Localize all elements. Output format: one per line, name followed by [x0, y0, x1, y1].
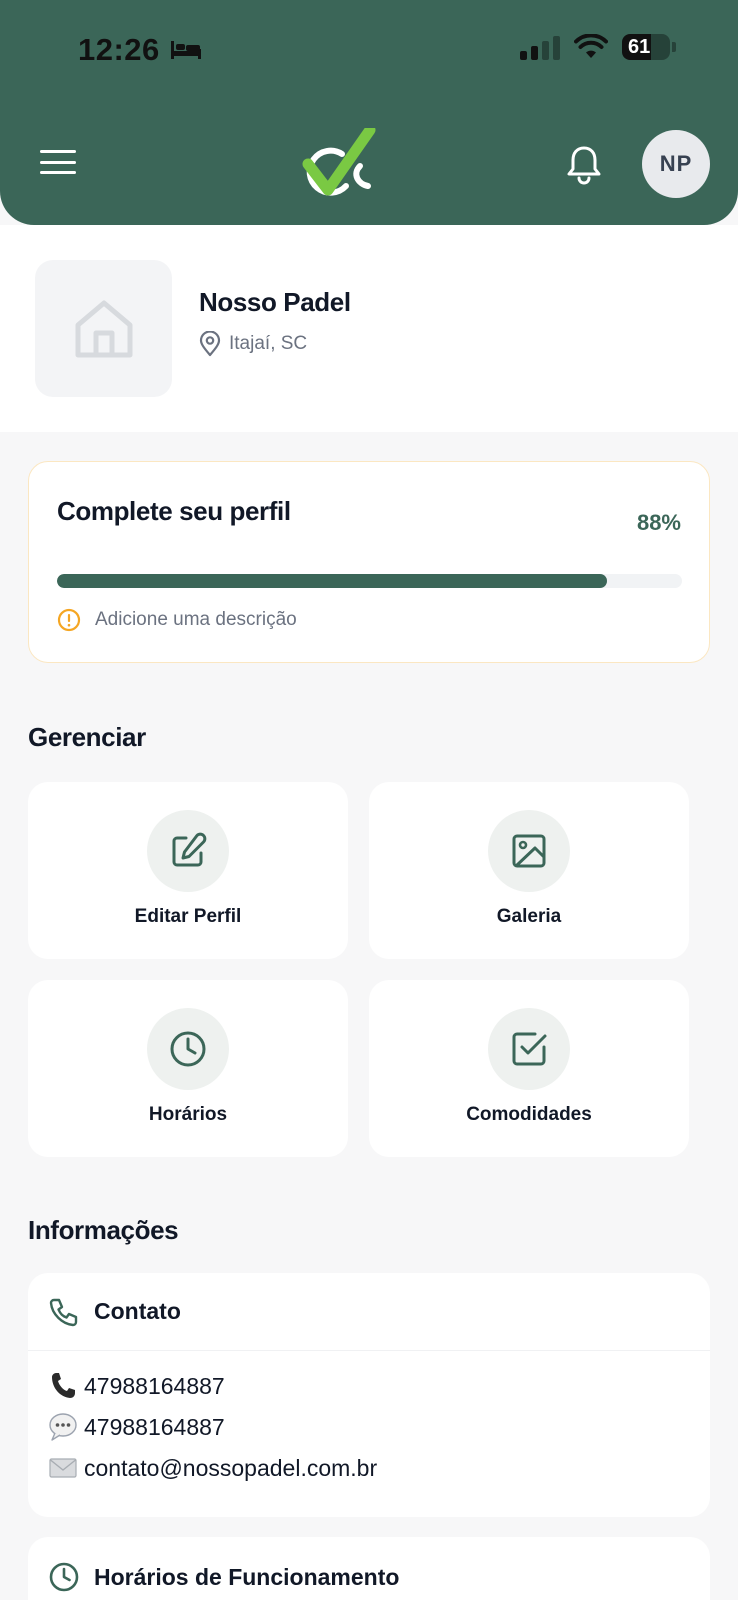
status-bar-time: 12:26: [78, 32, 202, 68]
phone-icon: [49, 1298, 78, 1326]
amenities-tile[interactable]: Comodidades: [369, 980, 689, 1157]
business-hours-card[interactable]: Horários de Funcionamento: [28, 1537, 710, 1600]
user-avatar[interactable]: NP: [642, 130, 710, 198]
completion-hint: Adicione uma descrição: [57, 608, 297, 632]
menu-icon-bar: [40, 150, 76, 153]
menu-button[interactable]: [38, 145, 78, 179]
speech-bubble-icon: [48, 1412, 78, 1442]
completion-percent: 88%: [636, 510, 681, 535]
edit-icon-circle: [147, 810, 229, 892]
edit-profile-tile[interactable]: Editar Perfil: [28, 782, 348, 959]
app-logo[interactable]: [302, 128, 376, 198]
venue-profile-section: Nosso Padel Itajaí, SC: [0, 225, 738, 432]
hours-label: Horários: [148, 1104, 228, 1125]
telephone-receiver-icon: [48, 1371, 78, 1401]
clock-icon: [49, 1562, 79, 1592]
completion-hint-text: Adicione uma descrição: [95, 609, 297, 630]
image-icon: [512, 834, 546, 868]
manage-section-title: Gerenciar: [28, 722, 146, 752]
home-icon: [75, 300, 132, 357]
contact-whatsapp-text: 47988164887: [84, 1413, 225, 1440]
clock-icon-circle: [147, 1008, 229, 1090]
wifi-icon: [574, 34, 608, 58]
sleep-mode-icon: [170, 41, 201, 59]
warning-icon: [57, 608, 81, 632]
battery-level: 61: [628, 35, 651, 58]
image-icon-circle: [488, 810, 570, 892]
battery-indicator: 61: [622, 34, 670, 60]
venue-name: Nosso Padel: [199, 287, 351, 317]
profile-completion-card[interactable]: Complete seu perfil 88% Adicione uma des…: [28, 461, 710, 663]
status-indicators: 61: [520, 34, 676, 60]
contact-card-header: Contato: [28, 1273, 710, 1351]
checkbox-icon: [512, 1032, 547, 1066]
map-pin-icon: [199, 331, 221, 357]
business-hours-title: Horários de Funcionamento: [94, 1563, 400, 1590]
contact-email-text: contato@nossopadel.com.br: [84, 1454, 378, 1481]
envelope-icon: [48, 1453, 78, 1483]
hours-tile[interactable]: Horários: [28, 980, 348, 1157]
amenities-label: Comodidades: [466, 1104, 592, 1125]
gallery-tile[interactable]: Galeria: [369, 782, 689, 959]
contact-whatsapp[interactable]: 47988164887: [48, 1412, 225, 1442]
contact-card-title: Contato: [94, 1298, 181, 1324]
edit-icon: [172, 832, 207, 867]
app-header: 12:26 61 NP: [0, 0, 738, 225]
completion-title: Complete seu perfil: [57, 496, 291, 526]
venue-location: Itajaí, SC: [199, 331, 307, 357]
contact-card: Contato 47988164887 47988164887 contato@…: [28, 1273, 710, 1517]
notifications-bell-icon[interactable]: [565, 143, 603, 185]
menu-icon-bar: [40, 160, 76, 164]
info-section-title: Informações: [28, 1215, 179, 1245]
completion-progress-bar: [57, 574, 682, 588]
contact-phone-text: 47988164887: [84, 1372, 225, 1399]
edit-profile-label: Editar Perfil: [134, 906, 242, 927]
status-time-text: 12:26: [78, 32, 160, 67]
contact-email[interactable]: contato@nossopadel.com.br: [48, 1453, 377, 1483]
venue-location-text: Itajaí, SC: [229, 333, 308, 354]
checkbox-icon-circle: [488, 1008, 570, 1090]
contact-phone[interactable]: 47988164887: [48, 1371, 225, 1401]
cellular-signal-icon: [520, 34, 560, 60]
menu-icon-bar: [40, 171, 76, 174]
completion-progress-fill: [57, 574, 607, 588]
clock-icon: [170, 1031, 206, 1067]
gallery-label: Galeria: [496, 906, 562, 927]
venue-image-placeholder[interactable]: [35, 260, 172, 397]
